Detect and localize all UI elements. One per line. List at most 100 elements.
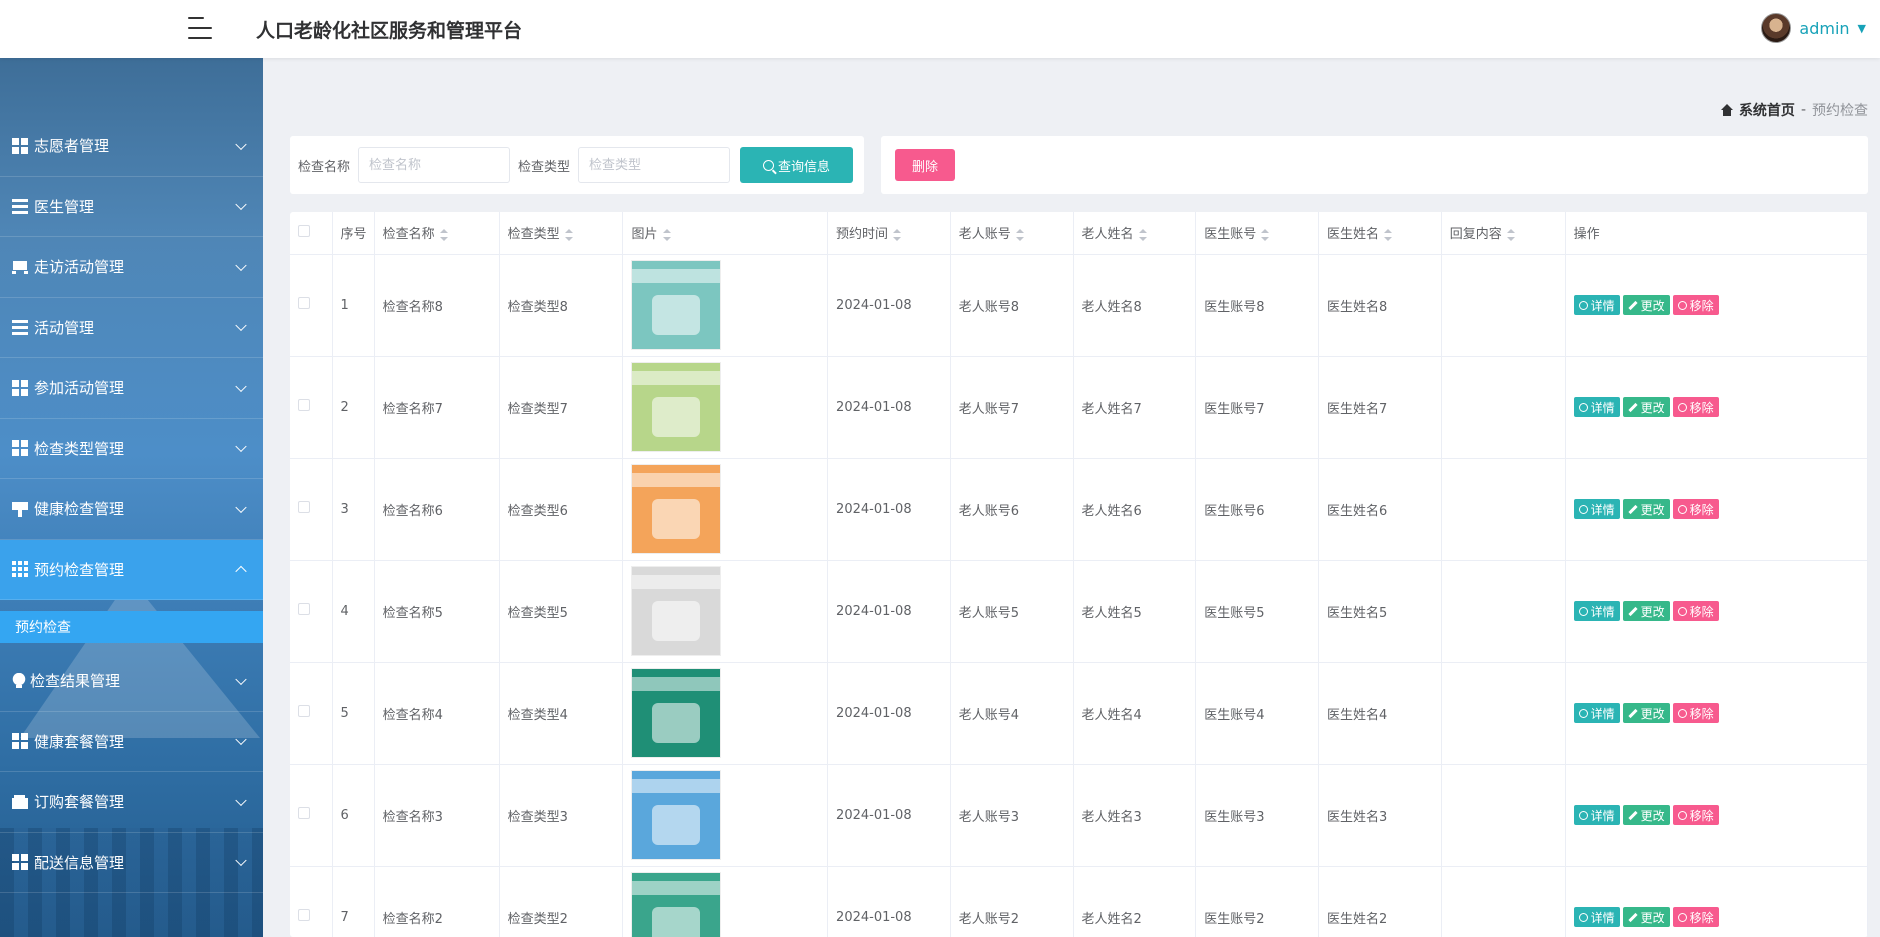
query-button[interactable]: 查询信息 [740,147,854,183]
sidebar-item-6[interactable]: 健康检查管理 [0,479,263,540]
row-checkbox[interactable] [298,603,310,615]
breadcrumb-home[interactable]: 系统首页 [1739,100,1795,120]
close-circle-icon [1677,402,1687,412]
cell-image [622,458,829,561]
select-all-cell[interactable] [290,212,333,255]
sort-icon[interactable] [1506,228,1515,241]
row-select-cell[interactable] [290,254,333,357]
detail-button[interactable]: 详情 [1573,295,1620,315]
table-panel: 序号 检查名称 检查类型 图片 预约时间 老人账号 老人姓名 医生账号 医生姓名… [290,212,1868,937]
sidebar-item-7[interactable]: 预约检查管理 [0,539,263,600]
user-name[interactable]: admin [1799,19,1849,38]
poster-image[interactable] [631,362,722,452]
sort-icon[interactable] [893,228,902,241]
sort-icon[interactable] [564,228,573,241]
check-name-input[interactable] [358,147,511,183]
remove-button[interactable]: 移除 [1672,397,1719,417]
sidebar-item-10[interactable]: 订购套餐管理 [0,772,263,833]
menu-toggle-icon[interactable] [188,15,216,41]
row-checkbox[interactable] [298,399,310,411]
poster-image[interactable] [631,260,722,350]
poster-image[interactable] [631,770,722,860]
pencil-icon [1628,504,1638,514]
cell-time: 2024-01-08 [827,560,951,663]
poster-image[interactable] [631,566,722,656]
close-circle-icon [1677,504,1687,514]
row-checkbox[interactable] [298,909,310,921]
sort-icon[interactable] [1261,228,1270,241]
cell-doctor-account: 医生账号5 [1195,560,1319,663]
header-check-name[interactable]: 检查名称 [374,212,500,255]
edit-button[interactable]: 更改 [1622,805,1670,825]
cell-elder-name: 老人姓名6 [1073,458,1197,561]
cell-time: 2024-01-08 [827,662,951,765]
select-all-checkbox[interactable] [298,224,310,237]
sidebar-item-2[interactable]: 走访活动管理 [0,237,263,298]
row-select-cell[interactable] [290,662,333,765]
remove-button[interactable]: 移除 [1672,295,1719,315]
header-check-type[interactable]: 检查类型 [499,212,624,255]
sidebar-item-1[interactable]: 医生管理 [0,177,263,237]
cell-check-type: 检查类型5 [499,560,624,663]
sort-icon[interactable] [1138,228,1147,241]
row-checkbox[interactable] [298,501,310,513]
delete-button[interactable]: 删除 [895,149,955,181]
poster-image[interactable] [631,464,722,554]
sort-icon[interactable] [1384,228,1392,241]
header-doctor-account[interactable]: 医生账号 [1195,212,1319,255]
detail-button[interactable]: 详情 [1573,601,1620,621]
sidebar-item-3[interactable]: 活动管理 [0,298,263,358]
edit-button[interactable]: 更改 [1622,601,1670,621]
header-elder-account[interactable]: 老人账号 [950,212,1074,255]
row-checkbox[interactable] [298,297,310,309]
chevron-down-icon [235,319,247,332]
detail-button[interactable]: 详情 [1573,907,1620,927]
remove-button[interactable]: 移除 [1672,907,1719,927]
row-checkbox[interactable] [298,705,310,717]
row-select-cell[interactable] [290,356,333,459]
remove-button[interactable]: 移除 [1672,703,1719,723]
remove-button[interactable]: 移除 [1672,805,1719,825]
detail-button[interactable]: 详情 [1573,703,1620,723]
detail-button[interactable]: 详情 [1573,499,1620,519]
cell-elder-account: 老人账号7 [950,356,1074,459]
cell-reply [1441,662,1566,765]
sidebar-item-8[interactable]: 检查结果管理 [0,651,263,712]
row-select-cell[interactable] [290,764,333,867]
row-select-cell[interactable] [290,560,333,663]
check-type-input[interactable] [578,147,731,183]
row-select-cell[interactable] [290,866,333,937]
sidebar-item-9[interactable]: 健康套餐管理 [0,712,263,772]
edit-button[interactable]: 更改 [1622,295,1670,315]
sidebar-item-11[interactable]: 配送信息管理 [0,833,263,893]
row-select-cell[interactable] [290,458,333,561]
header-doctor-name[interactable]: 医生姓名 [1318,212,1442,255]
edit-button[interactable]: 更改 [1622,703,1670,723]
remove-button[interactable]: 移除 [1672,499,1719,519]
sort-icon[interactable] [662,228,671,241]
close-circle-icon [1677,606,1687,616]
header-time[interactable]: 预约时间 [827,212,951,255]
sidebar-item-4[interactable]: 参加活动管理 [0,358,263,419]
caret-down-icon[interactable]: ▼ [1858,22,1866,35]
detail-button[interactable]: 详情 [1573,397,1620,417]
poster-image[interactable] [631,872,722,937]
poster-image[interactable] [631,668,722,758]
edit-button[interactable]: 更改 [1622,907,1670,927]
row-checkbox[interactable] [298,807,310,819]
detail-button[interactable]: 详情 [1573,805,1620,825]
sort-icon[interactable] [439,228,448,241]
sidebar-item-0[interactable]: 志愿者管理 [0,116,263,177]
header-image[interactable]: 图片 [622,212,829,255]
header-reply[interactable]: 回复内容 [1441,212,1566,255]
sidebar-item-5[interactable]: 检查类型管理 [0,419,263,479]
remove-button[interactable]: 移除 [1672,601,1719,621]
cell-doctor-account: 医生账号6 [1195,458,1319,561]
header-elder-name[interactable]: 老人姓名 [1073,212,1197,255]
avatar[interactable] [1761,13,1792,43]
sort-icon[interactable] [1015,228,1024,241]
edit-button[interactable]: 更改 [1622,397,1670,417]
user-menu[interactable]: admin ▼ [1761,13,1866,43]
sidebar-subitem-appointment[interactable]: 预约检查 [0,611,263,643]
edit-button[interactable]: 更改 [1622,499,1670,519]
